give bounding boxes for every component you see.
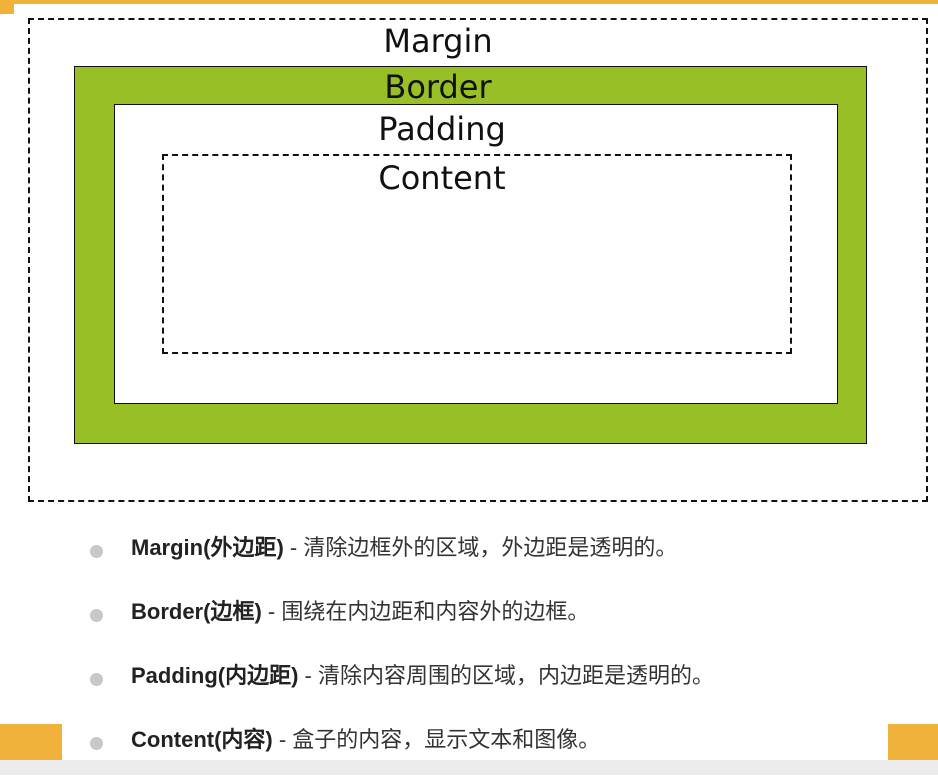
list-item: Padding(内边距) - 清除内容周围的区域，内边距是透明的。 — [90, 656, 910, 720]
padding-label: Padding — [378, 110, 506, 148]
bottom-gray-bar — [0, 760, 938, 775]
bullet-icon — [90, 609, 103, 622]
definition-text: Content(内容) - 盒子的内容，显示文本和图像。 — [131, 720, 600, 760]
definition-term: Content(内容) — [131, 727, 273, 752]
definition-text: Border(边框) - 围绕在内边距和内容外的边框。 — [131, 592, 589, 632]
definition-term: Border(边框) — [131, 599, 262, 624]
border-label: Border — [384, 68, 492, 106]
bullet-icon — [90, 737, 103, 750]
definition-list: Margin(外边距) - 清除边框外的区域，外边距是透明的。 Border(边… — [90, 528, 910, 784]
definition-term: Margin(外边距) — [131, 535, 284, 560]
definition-desc: - 清除边框外的区域，外边距是透明的。 — [283, 535, 678, 560]
bottom-accent-right — [888, 724, 938, 760]
definition-desc: - 盒子的内容，显示文本和图像。 — [272, 727, 601, 752]
list-item: Border(边框) - 围绕在内边距和内容外的边框。 — [90, 592, 910, 656]
definition-text: Margin(外边距) - 清除边框外的区域，外边距是透明的。 — [131, 528, 677, 568]
bottom-accent-left — [0, 724, 62, 760]
list-item: Margin(外边距) - 清除边框外的区域，外边距是透明的。 — [90, 528, 910, 592]
definition-term: Padding(内边距) — [131, 663, 299, 688]
bullet-icon — [90, 673, 103, 686]
definition-desc: - 围绕在内边距和内容外的边框。 — [261, 599, 590, 624]
bullet-icon — [90, 545, 103, 558]
content-label: Content — [378, 159, 506, 197]
top-accent-strip — [0, 0, 938, 4]
margin-label: Margin — [383, 22, 493, 60]
definition-text: Padding(内边距) - 清除内容周围的区域，内边距是透明的。 — [131, 656, 714, 696]
corner-accent — [0, 0, 14, 14]
definition-desc: - 清除内容周围的区域，内边距是透明的。 — [298, 663, 714, 688]
